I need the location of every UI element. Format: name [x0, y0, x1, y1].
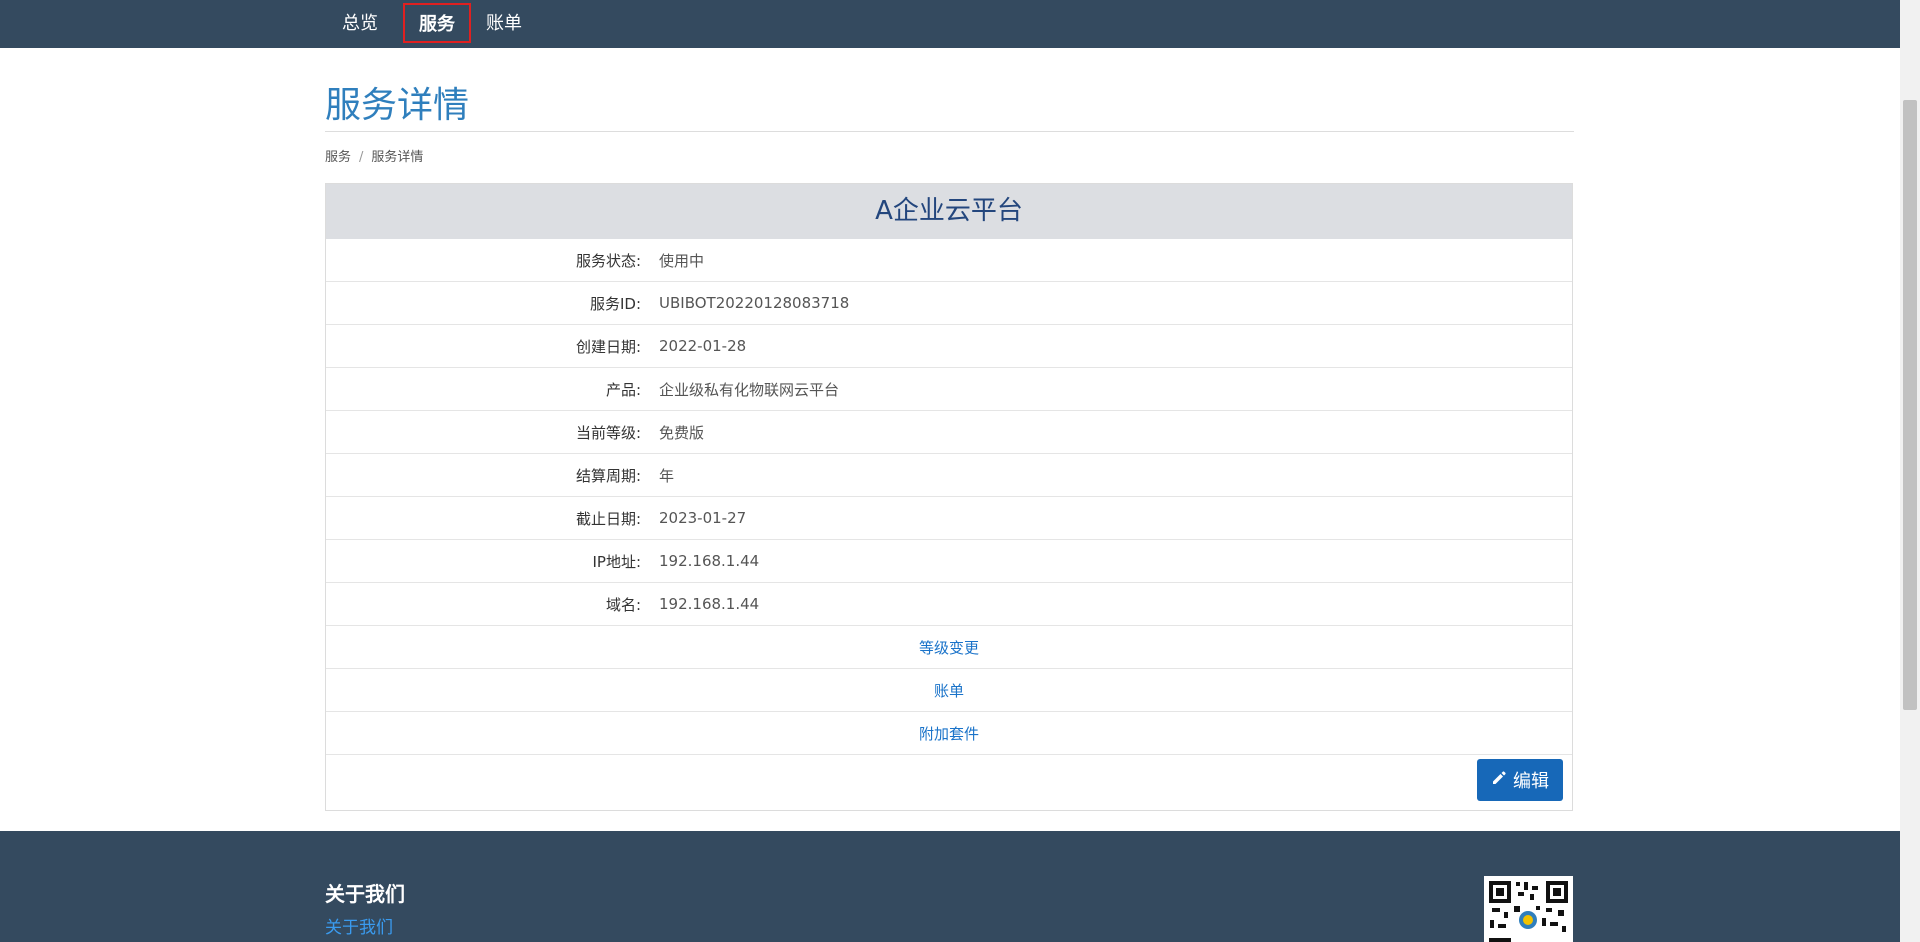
nav-item-services[interactable]: 服务: [403, 3, 471, 43]
detail-row-billing-cycle: 结算周期: 年: [326, 454, 1572, 497]
detail-value: UBIBOT20220128083718: [659, 294, 850, 312]
footer-about-title: 关于我们: [325, 882, 405, 906]
link-row-addons: 附加套件: [326, 712, 1572, 755]
breadcrumb: 服务 / 服务详情: [325, 146, 423, 165]
scrollbar-thumb[interactable]: [1903, 100, 1917, 710]
detail-row-product: 产品: 企业级私有化物联网云平台: [326, 368, 1572, 411]
detail-row-ip-address: IP地址: 192.168.1.44: [326, 540, 1572, 583]
detail-label: 服务状态:: [575, 251, 641, 270]
detail-label: IP地址:: [592, 552, 641, 571]
detail-row-domain: 域名: 192.168.1.44: [326, 583, 1572, 626]
page-title: 服务详情: [325, 85, 470, 126]
footer-about-link[interactable]: 关于我们: [325, 913, 393, 938]
detail-row-status: 服务状态: 使用中: [326, 239, 1572, 282]
detail-value: 2023-01-27: [659, 509, 747, 527]
detail-label: 产品:: [605, 380, 641, 399]
pencil-icon: [1491, 770, 1507, 791]
detail-value: 年: [659, 466, 675, 485]
bills-link[interactable]: 账单: [934, 680, 964, 701]
detail-value: 192.168.1.44: [659, 595, 760, 613]
detail-label: 创建日期:: [575, 337, 641, 356]
breadcrumb-current: 服务详情: [371, 150, 424, 165]
detail-row-expiry-date: 截止日期: 2023-01-27: [326, 497, 1572, 540]
detail-value: 2022-01-28: [659, 337, 747, 355]
breadcrumb-separator: /: [359, 150, 364, 165]
detail-label: 服务ID:: [589, 294, 641, 313]
service-name: A企业云平台: [326, 184, 1572, 239]
service-detail-card: A企业云平台 服务状态: 使用中 服务ID: UBIBOT20220128083…: [325, 183, 1573, 811]
title-divider: [325, 131, 1574, 132]
detail-label: 截止日期:: [575, 509, 641, 528]
detail-row-service-id: 服务ID: UBIBOT20220128083718: [326, 282, 1572, 325]
edit-button[interactable]: 编辑: [1477, 759, 1563, 801]
link-row-tier-change: 等级变更: [326, 626, 1572, 669]
detail-label: 当前等级:: [575, 423, 641, 442]
detail-label: 结算周期:: [575, 466, 641, 485]
addons-link[interactable]: 附加套件: [919, 723, 979, 744]
edit-button-label: 编辑: [1513, 771, 1549, 792]
qr-code-icon: [1484, 876, 1573, 942]
detail-value: 192.168.1.44: [659, 552, 760, 570]
detail-value: 免费版: [659, 423, 705, 442]
detail-label: 域名:: [605, 595, 641, 614]
top-nav: 总览 服务 账单: [0, 0, 1900, 48]
footer: 关于我们 关于我们: [0, 831, 1900, 942]
tier-change-link[interactable]: 等级变更: [919, 637, 979, 658]
detail-value: 使用中: [659, 251, 705, 270]
nav-item-billing[interactable]: 账单: [486, 0, 522, 48]
link-row-bills: 账单: [326, 669, 1572, 712]
scrollbar[interactable]: [1900, 0, 1920, 942]
detail-row-current-tier: 当前等级: 免费版: [326, 411, 1572, 454]
detail-value: 企业级私有化物联网云平台: [659, 380, 840, 399]
detail-row-created-date: 创建日期: 2022-01-28: [326, 325, 1572, 368]
breadcrumb-parent[interactable]: 服务: [325, 150, 351, 165]
nav-item-overview[interactable]: 总览: [342, 0, 378, 48]
